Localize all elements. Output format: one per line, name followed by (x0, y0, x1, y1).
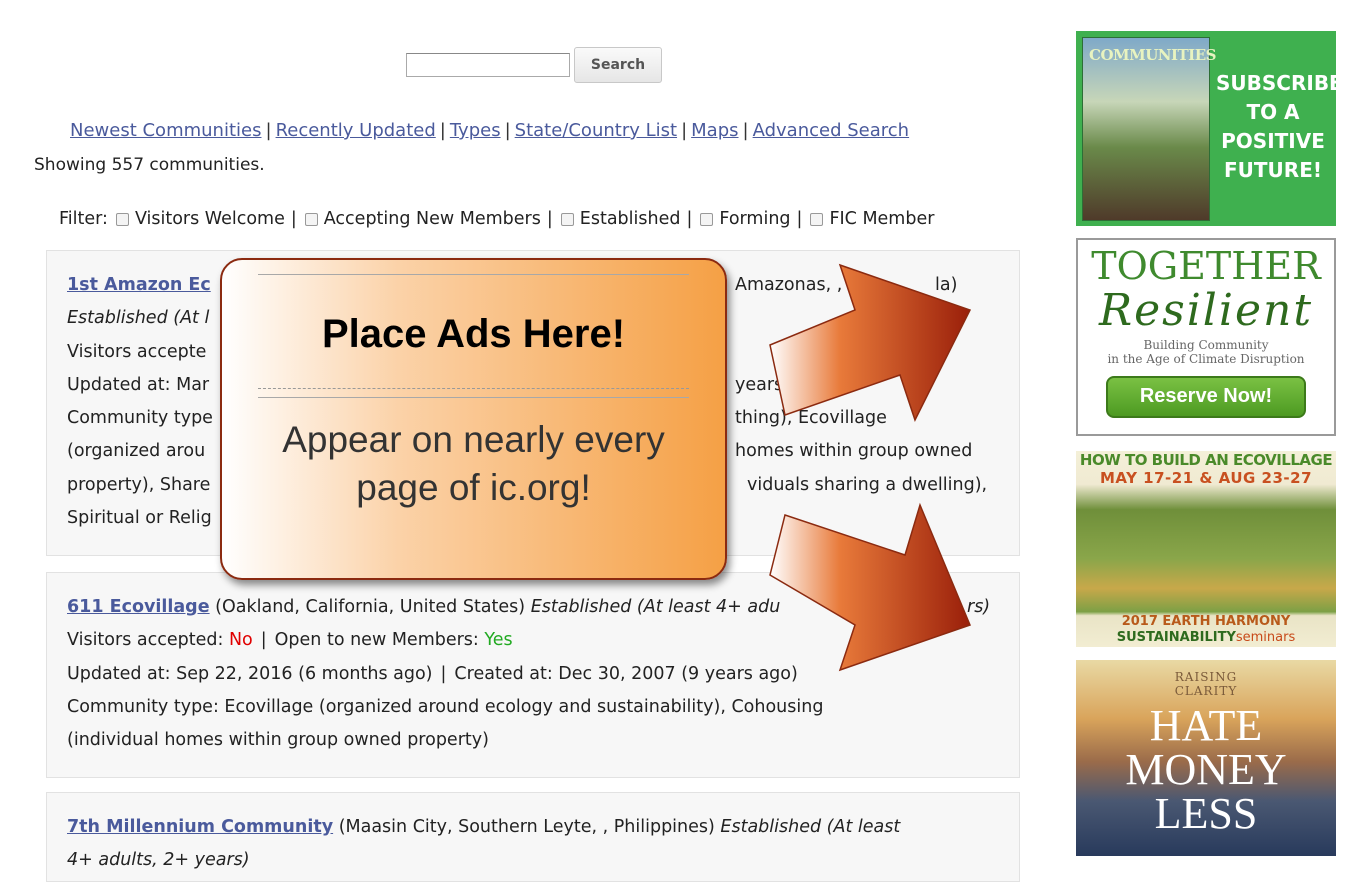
separator: | (265, 120, 272, 141)
nav-links: Newest Communities | Recently Updated | Type… (70, 120, 909, 141)
money-text: MONEY (1125, 745, 1287, 794)
filter-established-checkbox[interactable] (560, 212, 574, 226)
members-label: Open to new Members: (274, 630, 479, 651)
separator: | (742, 120, 749, 141)
community-type-end: homes within group owned (735, 441, 973, 461)
nav-newest-communities[interactable]: Newest Communities (70, 120, 261, 141)
nav-types[interactable]: Types (450, 120, 501, 141)
magazine-cover-image: COMMUNITIES (1082, 37, 1216, 221)
separator: | (504, 120, 511, 141)
together-title: TOGETHER (1091, 244, 1321, 288)
together-tagline: Building Community (1143, 338, 1269, 352)
ad-subtitle: Appear on nearly every page of ic.org! (282, 419, 665, 508)
divider (258, 397, 689, 398)
arrow-right-up-icon (769, 263, 972, 422)
community-name-link[interactable]: 1st Amazon Ec (67, 275, 211, 295)
search-input[interactable] (406, 53, 570, 77)
filter-established-label[interactable]: Established (580, 209, 681, 229)
community-updated: Updated at: Sep 22, 2016 (6 months ago) (67, 663, 433, 684)
nav-recently-updated[interactable]: Recently Updated (276, 120, 436, 141)
filter-accepting-label[interactable]: Accepting New Members (324, 209, 541, 229)
filter-fic-member-checkbox[interactable] (810, 212, 824, 226)
community-name-link[interactable]: 7th Millennium Community (67, 817, 333, 837)
reserve-now-button[interactable]: Reserve Now! (1106, 376, 1306, 418)
community-name-link[interactable]: 611 Ecovillage (67, 597, 210, 617)
ecovillage-footer: SUSTAINABILITYseminars (1076, 630, 1336, 645)
communities-magazine-ad[interactable]: COMMUNITIES SUBSCRIBE TO A POSITIVE FUTU… (1076, 31, 1336, 226)
ecovillage-ad[interactable]: HOW TO BUILD AN ECOVILLAGE MAY 17-21 & A… (1076, 451, 1336, 647)
separator: | (546, 209, 553, 229)
hate-money-less-ad[interactable]: RAISING CLARITY HATE MONEY LESS (1076, 660, 1336, 856)
arrow-right-down-icon (769, 502, 971, 672)
ecovillage-footer-strong: SUSTAINABILITY (1116, 630, 1236, 645)
filter-bar: Filter: Visitors Welcome | Accepting New … (59, 209, 934, 229)
community-card: 7th Millennium Community (Maasin City, S… (46, 792, 1020, 882)
ad-title: Place Ads Here! (321, 312, 626, 356)
community-status: Established (At l (67, 308, 210, 329)
ecovillage-footer: 2017 EARTH HARMONY (1121, 614, 1291, 629)
community-type: Community type: Ecovillage (organized ar… (67, 696, 824, 717)
search-bar: Search (406, 47, 662, 83)
less-text: LESS (1154, 789, 1258, 838)
filter-forming-checkbox[interactable] (700, 212, 714, 226)
nav-maps[interactable]: Maps (691, 120, 738, 141)
magazine-title: COMMUNITIES (1089, 46, 1216, 64)
ecovillage-heading: HOW TO BUILD AN ECOVILLAGE (1079, 451, 1333, 469)
subscribe-text: SUBSCRIBE TO A POSITIVE FUTURE! (1216, 71, 1336, 182)
community-status-cont: 4+ adults, 2+ years) (67, 850, 250, 871)
clarity-text: CLARITY (1174, 684, 1238, 698)
separator: | (290, 209, 297, 229)
filter-visitors-checkbox[interactable] (115, 212, 129, 226)
divider (258, 388, 689, 389)
divider (258, 274, 689, 275)
separator: | (796, 209, 803, 229)
separator: | (681, 120, 688, 141)
separator: | (439, 120, 446, 141)
community-location: (Maasin City, Southern Leyte, , Philippi… (338, 817, 715, 837)
filter-visitors-label[interactable]: Visitors Welcome (135, 209, 285, 229)
separator: | (260, 630, 267, 651)
search-button[interactable]: Search (574, 47, 662, 83)
community-created: Created at: Dec 30, 2007 (9 years ago) (454, 663, 798, 684)
place-ads-overlay[interactable]: Place Ads Here! Appear on nearly every p… (220, 258, 727, 580)
community-status: Established (At least (720, 817, 901, 837)
filter-label: Filter: (59, 209, 108, 229)
filter-forming-label[interactable]: Forming (719, 209, 790, 229)
separator: | (440, 663, 447, 684)
ecovillage-footer-seminars: seminars (1235, 630, 1296, 645)
nav-state-country-list[interactable]: State/Country List (515, 120, 677, 141)
ecovillage-dates: MAY 17-21 & AUG 23-27 (1099, 469, 1313, 487)
visitors-value: No (228, 630, 253, 651)
nav-advanced-search[interactable]: Advanced Search (753, 120, 909, 141)
members-value: Yes (484, 630, 513, 651)
resilient-title: Resilient (1098, 285, 1314, 336)
together-tagline: in the Age of Climate Disruption (1107, 352, 1305, 366)
raising-text: RAISING (1174, 670, 1238, 684)
community-status: Established (At least 4+ adu (530, 597, 781, 617)
result-count: Showing 557 communities. (34, 155, 265, 175)
community-type-cont: (individual homes within group owned pro… (67, 730, 489, 751)
separator: | (686, 209, 693, 229)
hate-text: HATE (1149, 701, 1263, 750)
community-location: (Oakland, California, United States) (215, 597, 526, 617)
filter-fic-member-label[interactable]: FIC Member (829, 209, 934, 229)
visitors-label: Visitors accepted: (67, 630, 224, 651)
filter-accepting-checkbox[interactable] (304, 212, 318, 226)
together-resilient-ad[interactable]: TOGETHER Resilient Building Community in… (1076, 238, 1336, 436)
